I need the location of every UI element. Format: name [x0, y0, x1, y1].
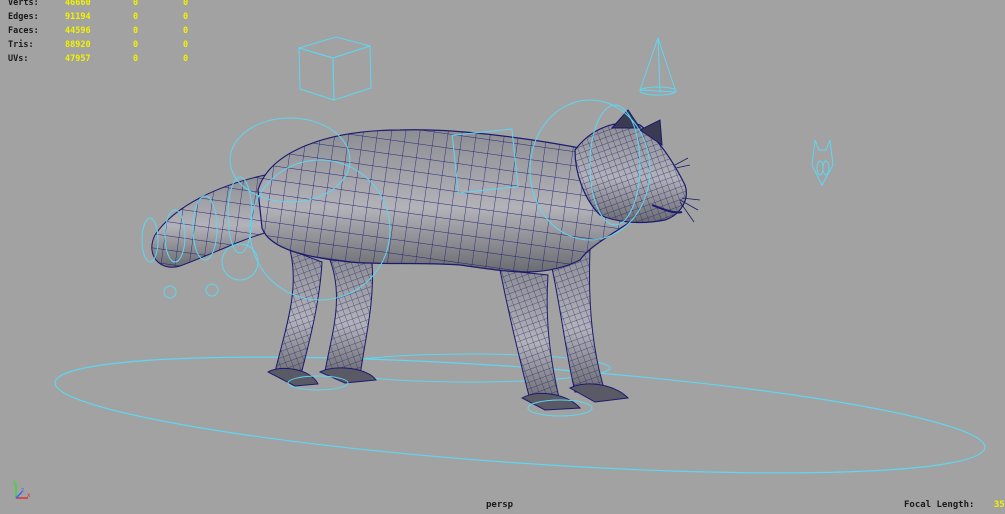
- hud-stat-value: 44596: [65, 26, 91, 36]
- hud-stat-uvshell: 0: [183, 54, 189, 64]
- axis-x-label: x: [27, 492, 31, 499]
- hud-row: Tris: 88920 0 0: [8, 38, 203, 52]
- hud-stat-uvshell: 0: [183, 12, 189, 22]
- focal-length-label: Focal Length:: [904, 500, 975, 510]
- hud-stat-selected: 0: [133, 40, 139, 50]
- hud-stat-label: UVs:: [8, 54, 29, 64]
- hud-stat-label: Faces:: [8, 26, 39, 36]
- hud-stat-selected: 0: [133, 12, 139, 22]
- cube-control[interactable]: [297, 36, 372, 101]
- focal-length-value: 35: [993, 500, 1005, 510]
- poly-count-hud: Verts: 46660 0 0 Edges: 91194 0 0 Faces: 44596 0 0 T…: [8, 0, 203, 66]
- hind-leg-mesh[interactable]: [266, 249, 377, 387]
- focal-length-hud: Focal Length: 35: [904, 500, 1005, 510]
- cone-control[interactable]: [639, 36, 677, 96]
- axis-z-label: z: [21, 487, 24, 494]
- hud-stat-value: 88920: [65, 40, 91, 50]
- axis-y-label: y: [13, 479, 17, 486]
- camera-name-label: persp: [486, 500, 514, 510]
- eye-aim-control[interactable]: [811, 139, 834, 187]
- hud-stat-uvshell: 0: [183, 26, 189, 36]
- hud-row: Faces: 44596 0 0: [8, 24, 203, 38]
- viewport-canvas[interactable]: y x z: [0, 0, 1005, 514]
- front-leg-mesh[interactable]: [499, 249, 630, 411]
- hud-stat-selected: 0: [133, 0, 139, 8]
- hud-stat-value: 91194: [65, 12, 91, 22]
- hud-row: Verts: 46660 0 0: [8, 0, 203, 10]
- hud-stat-label: Edges:: [8, 12, 39, 22]
- hud-row: UVs: 47957 0 0: [8, 52, 203, 66]
- hud-stat-value: 47957: [65, 54, 91, 64]
- hud-stat-selected: 0: [133, 26, 139, 36]
- axis-gizmo: y x z: [13, 479, 31, 499]
- hud-stat-value: 46660: [65, 0, 91, 8]
- hud-stat-uvshell: 0: [183, 40, 189, 50]
- hud-stat-selected: 0: [133, 54, 139, 64]
- hud-row: Edges: 91194 0 0: [8, 10, 203, 24]
- hud-stat-uvshell: 0: [183, 0, 189, 8]
- hud-stat-label: Tris:: [8, 40, 34, 50]
- hud-stat-label: Verts:: [8, 0, 39, 8]
